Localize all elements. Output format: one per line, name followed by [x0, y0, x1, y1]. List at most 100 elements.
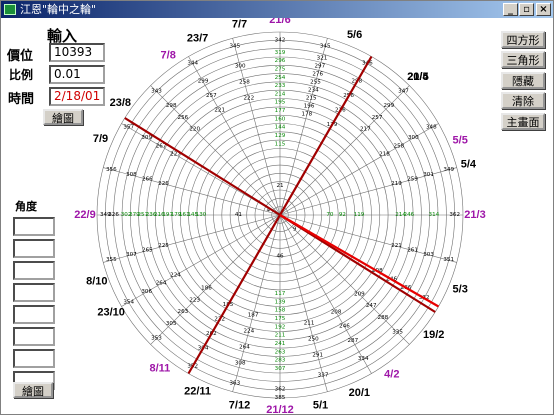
- wheel-number: 275: [275, 66, 286, 72]
- maximize-button[interactable]: ▫: [519, 3, 534, 16]
- wheel-number: 160: [275, 116, 286, 122]
- wheel-number: 208: [331, 309, 342, 315]
- wheel-number: 306: [141, 289, 152, 295]
- wheel-number: 314: [429, 212, 440, 218]
- wheel-number: 349: [443, 167, 454, 173]
- wheel-number: 224: [170, 272, 181, 278]
- wheel-number: 220: [189, 127, 200, 133]
- wheel-number: 347: [398, 89, 409, 95]
- wheel-number: 303: [423, 252, 434, 258]
- wheel-number: 195: [275, 100, 286, 106]
- wheel-number: 233: [275, 83, 286, 89]
- wheel-number: 115: [275, 141, 286, 147]
- wheel-number: 362: [449, 212, 460, 218]
- wheel-number: 257: [372, 115, 383, 121]
- wheel-window: 江恩"輪中之輪" _ ▫ × 輸入 價位 10393 比例 0.01 時間 2/…: [0, 0, 554, 415]
- wheel-number: 257: [206, 93, 217, 99]
- wheel-number: 357: [123, 125, 134, 131]
- wheel-number: 276: [312, 71, 323, 77]
- wheel-number: 343: [151, 89, 162, 95]
- date-label: 7/9: [93, 133, 108, 145]
- wheel-number: 301: [423, 172, 434, 178]
- wheel-number: 211: [275, 333, 286, 339]
- wheel-number: 258: [239, 79, 250, 85]
- date-label: 21/6: [269, 18, 290, 26]
- wheel-number: 348: [426, 125, 437, 131]
- date-label: 23/8: [110, 97, 131, 109]
- app-icon: [4, 4, 16, 15]
- wheel-number: 354: [123, 299, 134, 305]
- wheel-number: 217: [360, 127, 371, 133]
- date-label: 4/2: [384, 369, 399, 381]
- wheel-number: 255: [310, 79, 321, 85]
- wheel-number: 356: [106, 167, 117, 173]
- date-label: 23/7: [187, 32, 208, 44]
- wheel-number: 219: [391, 181, 402, 187]
- wheel-number: 223: [189, 297, 200, 303]
- date-label: 7/12: [229, 400, 250, 412]
- wheel-number: 196: [304, 104, 315, 110]
- wheel-number: 263: [178, 309, 189, 315]
- wheel-number: 300: [408, 135, 419, 141]
- wheel-number: 192: [275, 324, 286, 330]
- wheel-number: 337: [318, 373, 329, 379]
- wheel-number: 321: [317, 55, 328, 61]
- wheel-number: 246: [339, 324, 350, 330]
- date-label: 7/8: [161, 49, 176, 61]
- wheel-number: 247: [366, 303, 377, 309]
- minimize-button[interactable]: _: [503, 3, 518, 16]
- wheel-diagram: 342 319 296 275 254 233 214 195 177 160 144 129 115 3…: [74, 18, 485, 415]
- title-bar[interactable]: 江恩"輪中之輪" _ ▫ ×: [1, 1, 553, 18]
- wheel-number: 129: [275, 133, 286, 139]
- wheel-number: 355: [106, 257, 117, 263]
- wheel-number: 298: [166, 103, 177, 109]
- wheel-number: 307: [126, 252, 137, 258]
- wheel-number: 319: [275, 50, 286, 56]
- wheel-number: 308: [235, 361, 246, 367]
- date-label: 21/12: [266, 404, 294, 415]
- wheel-number: 211: [304, 321, 315, 327]
- wheel-number: 305: [166, 321, 177, 327]
- wheel-number: 92: [339, 212, 346, 218]
- wheel-number: 254: [275, 75, 286, 81]
- wheel-number: 117: [275, 291, 286, 297]
- date-label: 5/5: [453, 134, 468, 146]
- wheel-number: 309: [141, 135, 152, 141]
- wheel-number: 175: [275, 316, 286, 322]
- date-label: 19/2: [423, 329, 444, 341]
- wheel-number: 222: [243, 96, 254, 102]
- wheel-number: 334: [358, 356, 369, 362]
- date-label: 5/3: [453, 284, 468, 296]
- wheel-number: 299: [198, 79, 209, 85]
- date-label: 23/10: [97, 307, 125, 319]
- wheel-number: 342: [275, 37, 286, 43]
- wheel-number: 265: [142, 248, 153, 254]
- wheel-number: 256: [178, 115, 189, 121]
- wheel-number: 221: [391, 243, 402, 249]
- wheel-number: 250: [308, 337, 319, 343]
- wheel-number: 221: [214, 108, 225, 114]
- wheel-number: 344: [187, 61, 198, 67]
- wheel-number: 362: [275, 387, 286, 393]
- date-label: 8/10: [86, 276, 107, 288]
- wheel-number: 178: [302, 112, 313, 118]
- wheel-number: 258: [394, 143, 405, 149]
- wheel-number: 224: [243, 329, 254, 335]
- wheel-number: 186: [201, 286, 212, 292]
- wheel-number: 335: [392, 330, 403, 336]
- wheel-number: 241: [275, 341, 286, 347]
- wheel-number: 326: [108, 212, 119, 218]
- wheel-number: 296: [275, 58, 286, 64]
- close-button[interactable]: ×: [536, 3, 551, 16]
- wheel-number: 218: [379, 152, 390, 158]
- window-title: 江恩"輪中之輪": [20, 3, 97, 16]
- wheel-number: 351: [443, 257, 454, 263]
- date-label: 8/11: [149, 363, 170, 375]
- wheel-number: 158: [275, 308, 286, 314]
- wheel-number: 385: [275, 395, 286, 401]
- wheel-number: 226: [158, 181, 169, 187]
- wheel-number: 46: [276, 254, 284, 260]
- date-label: 21/3: [464, 209, 485, 221]
- wheel-number: 41: [235, 212, 243, 218]
- wheel-number: 139: [275, 299, 286, 305]
